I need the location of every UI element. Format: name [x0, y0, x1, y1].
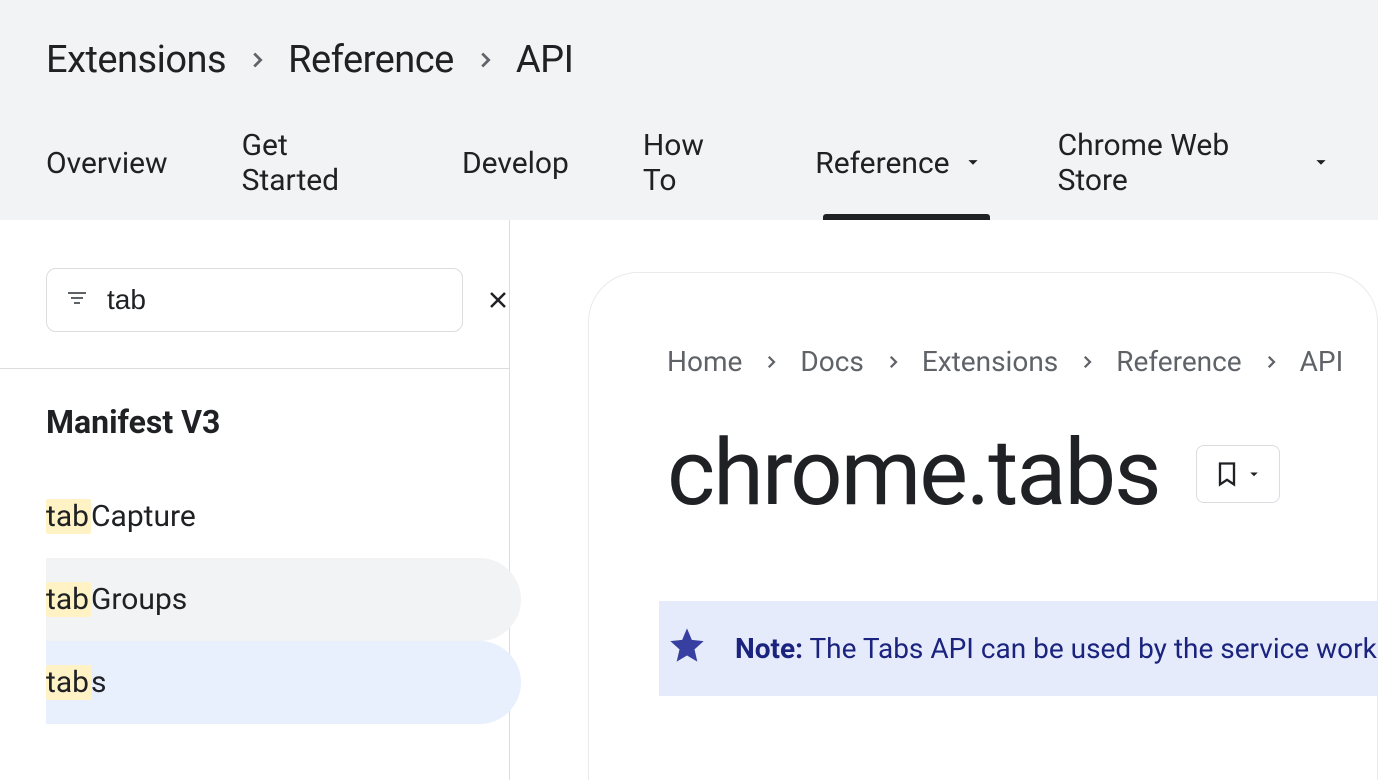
- chevron-right-icon: [1078, 345, 1096, 378]
- tab-reference[interactable]: Reference: [815, 128, 983, 220]
- main: Home Docs Extensions Reference API chrom…: [510, 220, 1378, 780]
- sidebar-item-tabgroups[interactable]: tabGroups: [46, 558, 521, 641]
- tab-label: Develop: [462, 146, 569, 181]
- chevron-right-icon: [474, 49, 496, 71]
- chevron-right-icon: [884, 345, 902, 378]
- rest: s: [91, 665, 106, 700]
- tab-chrome-web-store[interactable]: Chrome Web Store: [1058, 128, 1332, 220]
- crumb-home[interactable]: Home: [667, 345, 742, 378]
- star-icon: [667, 625, 707, 672]
- bookmark-button[interactable]: [1196, 445, 1280, 503]
- sidebar-content: Manifest V3 tabCapture tabGroups tabs: [0, 369, 509, 724]
- sidebar-item-tabcapture[interactable]: tabCapture: [46, 475, 521, 558]
- highlight: tab: [46, 499, 91, 534]
- caret-down-icon: [1245, 465, 1263, 483]
- content-breadcrumb: Home Docs Extensions Reference API: [667, 345, 1377, 378]
- sidebar: Manifest V3 tabCapture tabGroups tabs: [0, 220, 510, 780]
- tab-overview[interactable]: Overview: [46, 128, 168, 220]
- tab-develop[interactable]: Develop: [462, 128, 569, 220]
- top-breadcrumb: Extensions Reference API: [46, 38, 1332, 82]
- crumb-extensions[interactable]: Extensions: [922, 345, 1058, 378]
- content-card: Home Docs Extensions Reference API chrom…: [588, 272, 1378, 780]
- tab-get-started[interactable]: Get Started: [242, 128, 388, 220]
- filter-wrap: [0, 220, 509, 369]
- caret-down-icon: [962, 146, 984, 181]
- chevron-right-icon: [1262, 345, 1280, 378]
- chevron-right-icon: [246, 49, 268, 71]
- rest: Groups: [91, 582, 187, 617]
- filter-box: [46, 268, 463, 332]
- note-label: Note:: [735, 632, 803, 665]
- highlight: tab: [46, 582, 91, 617]
- crumb-reference[interactable]: Reference: [1116, 345, 1241, 378]
- tab-label: Chrome Web Store: [1058, 128, 1298, 198]
- tab-label: How To: [643, 128, 741, 198]
- crumb-docs[interactable]: Docs: [800, 345, 863, 378]
- title-row: chrome.tabs: [667, 420, 1377, 527]
- close-icon[interactable]: [486, 288, 510, 312]
- sidebar-item-tabs[interactable]: tabs: [46, 641, 521, 724]
- tab-label: Reference: [815, 146, 949, 181]
- page-title: chrome.tabs: [667, 420, 1160, 527]
- tab-label: Overview: [46, 146, 168, 181]
- note-body: The Tabs API can be used by the service …: [803, 632, 1377, 665]
- top-header: Extensions Reference API Overview Get St…: [0, 0, 1378, 220]
- note-text: Note: The Tabs API can be used by the se…: [735, 632, 1377, 665]
- tab-how-to[interactable]: How To: [643, 128, 741, 220]
- rest: Capture: [91, 499, 196, 534]
- breadcrumb-extensions[interactable]: Extensions: [46, 38, 226, 82]
- caret-down-icon: [1310, 146, 1332, 181]
- crumb-api[interactable]: API: [1300, 345, 1344, 378]
- body-wrap: Manifest V3 tabCapture tabGroups tabs Ho…: [0, 220, 1378, 780]
- chevron-right-icon: [762, 345, 780, 378]
- tab-label: Get Started: [242, 128, 388, 198]
- sidebar-heading: Manifest V3: [46, 403, 509, 441]
- filter-input[interactable]: [107, 284, 468, 316]
- primary-tabs: Overview Get Started Develop How To Refe…: [46, 128, 1332, 220]
- highlight: tab: [46, 665, 91, 700]
- note-banner: Note: The Tabs API can be used by the se…: [659, 601, 1377, 696]
- bookmark-icon: [1213, 460, 1241, 488]
- filter-icon: [65, 286, 89, 314]
- breadcrumb-api[interactable]: API: [516, 38, 574, 82]
- breadcrumb-reference[interactable]: Reference: [288, 38, 454, 82]
